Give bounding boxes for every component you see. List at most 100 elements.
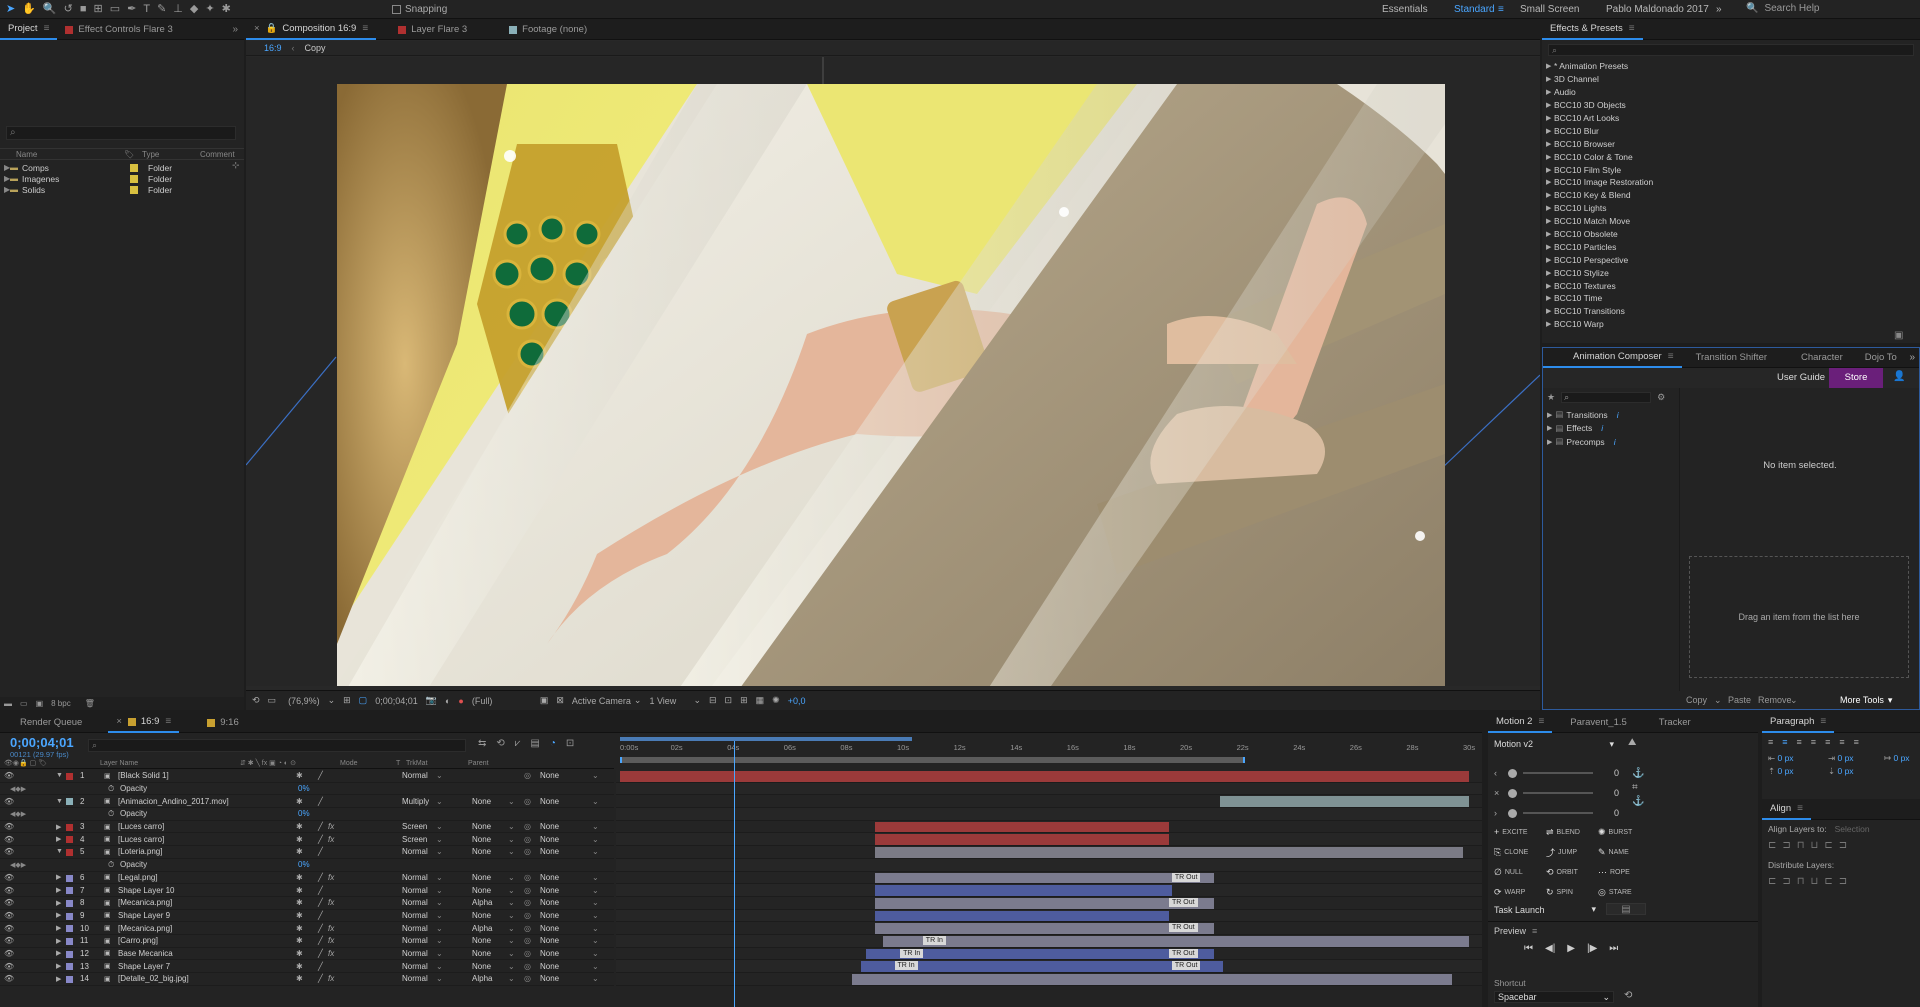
expand-arrow-icon[interactable]: ▶ <box>1546 166 1554 174</box>
layer-parent-dropdown[interactable]: None <box>540 873 559 882</box>
new-bin-icon[interactable]: ▣ <box>1894 330 1903 341</box>
expand-arrow-icon[interactable]: ▶ <box>56 886 61 894</box>
layer-label-color[interactable] <box>66 950 73 958</box>
ac-tree-item[interactable]: ▶ ▤ Transitions i <box>1547 408 1677 422</box>
chevron-down-icon[interactable]: ⌄ <box>508 835 515 844</box>
project-item[interactable]: ▶ ▬ Imagenes Folder <box>0 173 244 184</box>
pickwhip-icon[interactable]: ◎ <box>524 771 531 780</box>
layer-parent-dropdown[interactable]: None <box>540 962 559 971</box>
anchor-icon[interactable]: ⚓ ⌗ ⚓ <box>1632 767 1644 809</box>
property-row[interactable]: ◀◆▶ ⏱ Opacity 0% <box>0 808 614 821</box>
tab-paragraph[interactable]: Paragraph ≡ <box>1762 713 1835 733</box>
layer-trkmat-dropdown[interactable]: None <box>472 835 491 844</box>
collapse-switch-icon[interactable]: ✱ <box>296 911 303 920</box>
layer-trkmat-dropdown[interactable]: None <box>472 847 491 856</box>
pickwhip-icon[interactable]: ◎ <box>524 835 531 844</box>
motion-orbit-button[interactable]: ⟲ ORBIT <box>1546 865 1598 879</box>
quality-switch-icon[interactable]: ╱ <box>318 962 323 971</box>
draft-3d-icon[interactable]: ⟲ <box>496 738 504 749</box>
camera-tool-icon[interactable]: ■ <box>80 3 87 15</box>
effects-category[interactable]: ▶ BCC10 Blur <box>1546 124 1912 137</box>
always-preview-icon[interactable]: ⟲ <box>252 695 260 706</box>
motion-jump-button[interactable]: ⤴ JUMP <box>1546 845 1598 859</box>
motion-preset[interactable]: Motion v2 ▾ <box>1494 738 1614 750</box>
space-after[interactable]: ⇣ 0 px <box>1828 766 1884 777</box>
layer-marker[interactable]: TR Out <box>1169 923 1198 933</box>
task-launch-button[interactable]: ▤ <box>1606 903 1646 915</box>
pickwhip-icon[interactable]: ◎ <box>524 873 531 882</box>
shy-icon[interactable]: ⩗ <box>515 738 521 749</box>
motion-excite-button[interactable]: + EXCITE <box>1494 825 1546 839</box>
ac-search-field[interactable]: ⌕ <box>1561 391 1652 403</box>
layer-label-color[interactable] <box>66 874 73 882</box>
layer-name[interactable]: [Mecanica.png] <box>118 924 172 933</box>
chevron-down-icon[interactable]: ⌄ <box>436 949 443 958</box>
keyframe-nav-icon[interactable]: ◀◆▶ <box>10 810 26 818</box>
layer-name[interactable]: [Luces carro] <box>118 822 164 831</box>
slider-knob[interactable] <box>1508 808 1517 818</box>
expand-arrow-icon[interactable]: ▶ <box>1546 75 1554 83</box>
chevron-down-icon[interactable]: ⌄ <box>508 847 515 856</box>
user-guide-button[interactable]: User Guide <box>1777 372 1825 383</box>
tab-dojo[interactable]: Dojo To <box>1857 348 1905 368</box>
motion-rope-button[interactable]: ⋯ ROPE <box>1598 865 1650 879</box>
collapse-switch-icon[interactable]: ✱ <box>296 949 303 958</box>
layer-label-color[interactable] <box>66 937 73 945</box>
views-dropdown[interactable]: 1 View <box>649 696 685 706</box>
expand-arrow-icon[interactable]: ▶ <box>1546 320 1554 328</box>
effects-category[interactable]: ▶ BCC10 Film Style <box>1546 163 1912 176</box>
layer-name[interactable]: [Animacion_Andino_2017.mov] <box>118 797 229 806</box>
transparency-icon[interactable]: ⊠ <box>556 695 564 706</box>
layer-row[interactable]: 👁 ▼ 5 ▣ [Loteria.png] ✱ ╱ Normal ⌄ None ⌄ ◎ None ⌄ <box>0 846 614 859</box>
layer-duration-bar[interactable] <box>852 974 1452 985</box>
slider-knob[interactable] <box>1508 768 1517 778</box>
work-area-bar[interactable] <box>620 737 912 741</box>
layer-parent-dropdown[interactable]: None <box>540 822 559 831</box>
composition-frame[interactable] <box>337 84 1445 686</box>
layer-trkmat-dropdown[interactable]: None <box>472 962 491 971</box>
expand-arrow-icon[interactable]: ▼ <box>56 798 63 805</box>
collapse-switch-icon[interactable]: ✱ <box>296 847 303 856</box>
resolution-dropdown[interactable]: (Full) <box>472 696 532 706</box>
stopwatch-icon[interactable]: ⏱ <box>108 809 114 819</box>
tab-transition-shifter[interactable]: Transition Shifter <box>1688 348 1775 368</box>
keyframe-nav-icon[interactable]: ◀◆▶ <box>10 785 26 793</box>
layer-label-color[interactable] <box>66 849 73 857</box>
fx-switch-icon[interactable]: fx <box>328 936 334 945</box>
layer-row[interactable]: 👁 ▶ 3 ▣ [Luces carro] ✱ ╱ fx Screen ⌄ None ⌄ ◎ None ⌄ <box>0 821 614 834</box>
justify-left-icon[interactable]: ≡ <box>1811 737 1816 747</box>
chevron-down-icon[interactable]: ⌄ <box>508 873 515 882</box>
layer-label-color[interactable] <box>66 773 73 780</box>
space-before[interactable]: ⇡ 0 px <box>1768 766 1828 777</box>
fx-switch-icon[interactable]: fx <box>328 873 334 882</box>
pickwhip-icon[interactable]: ◎ <box>524 886 531 895</box>
layer-mode-dropdown[interactable]: Normal <box>402 886 428 895</box>
layer-name[interactable]: [Black Solid 1] <box>118 771 169 780</box>
effects-category[interactable]: ▶ BCC10 Time <box>1546 292 1912 305</box>
effects-category[interactable]: ▶ Audio <box>1546 86 1912 99</box>
chevron-down-icon[interactable]: ⌄ <box>508 886 515 895</box>
quality-switch-icon[interactable]: ╱ <box>318 911 323 920</box>
chevron-down-icon[interactable]: ⌄ <box>508 911 515 920</box>
col-t[interactable]: T <box>396 760 406 767</box>
breadcrumb-item-comp[interactable]: 16:9 <box>264 43 282 53</box>
motion-slider[interactable]: ‹ 0 <box>1494 763 1654 783</box>
slider-track[interactable] <box>1523 772 1593 774</box>
justify-right-icon[interactable]: ≡ <box>1839 737 1844 747</box>
pickwhip-icon[interactable]: ◎ <box>524 898 531 907</box>
chevron-down-icon[interactable]: ⌄ <box>328 695 336 706</box>
chevron-down-icon[interactable]: ⌄ <box>436 974 443 983</box>
workspace-menu-icon[interactable]: ≡ <box>1498 4 1520 15</box>
chevron-down-icon[interactable]: ⌄ <box>436 911 443 920</box>
visibility-eye-icon[interactable]: 👁 <box>4 924 14 933</box>
expand-arrow-icon[interactable]: ▶ <box>1546 282 1554 290</box>
layer-duration-bar[interactable] <box>620 771 1469 782</box>
chevron-down-icon[interactable]: ⌄ <box>436 797 443 806</box>
motion-slider[interactable]: × 0 <box>1494 783 1654 803</box>
effects-category[interactable]: ▶ BCC10 Particles <box>1546 240 1912 253</box>
tab-timeline-9-16[interactable]: 9:16 <box>199 713 247 733</box>
more-workspaces-icon[interactable]: » <box>1716 4 1732 15</box>
time-ruler[interactable]: 0:00s02s04s06s08s10s12s14s16s18s20s22s24… <box>616 743 1482 755</box>
layer-duration-bar[interactable] <box>874 897 1215 909</box>
visibility-eye-icon[interactable]: 👁 <box>4 886 14 895</box>
